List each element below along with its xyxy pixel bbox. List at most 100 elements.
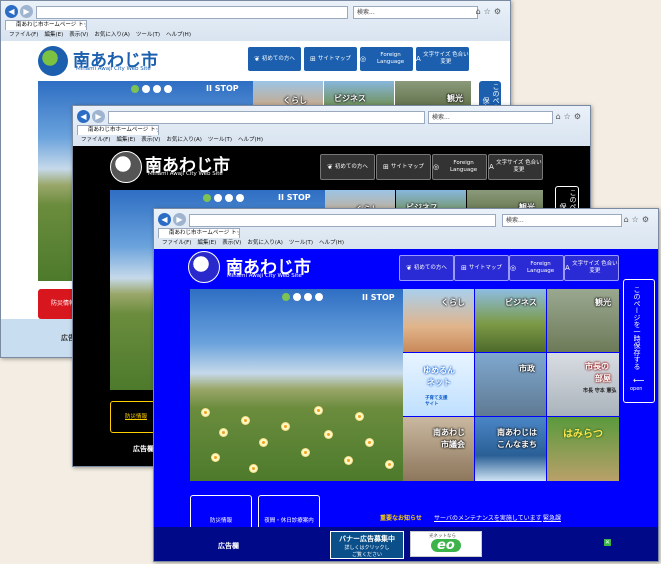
- banner-title: バナー広告募集中: [339, 535, 395, 543]
- home-star-gear-icons[interactable]: ⌂☆⚙: [556, 112, 584, 121]
- nav-first-visit[interactable]: ❦ 初めての方へ: [248, 47, 301, 71]
- menu-help[interactable]: ヘルプ(H): [319, 240, 344, 246]
- nav-foreign-language[interactable]: ◎ Foreign Language: [509, 255, 564, 281]
- menu-bar: ファイル(F) 編集(E) 表示(V) お気に入り(A) ツール(T) ヘルプ(H): [1, 30, 510, 40]
- menu-edit[interactable]: 編集(E): [116, 137, 135, 143]
- page-content: 南あわじ市 Minami Awaji City Web Site ❦ 初めての方へ…: [154, 249, 658, 561]
- daffodil: [302, 449, 309, 456]
- daffodil: [282, 423, 289, 430]
- city-logo-icon: [38, 46, 68, 76]
- slider-dots[interactable]: [203, 194, 244, 202]
- search-box[interactable]: 検索...: [428, 111, 553, 124]
- menu-favorites[interactable]: お気に入り(A): [247, 240, 283, 246]
- forward-button[interactable]: ▶: [20, 5, 33, 18]
- daffodil: [250, 465, 257, 472]
- nav-sitemap[interactable]: ⊞ サイトマップ: [454, 255, 509, 281]
- menu-edit[interactable]: 編集(E): [197, 240, 216, 246]
- kinkyu-link[interactable]: 緊急課: [543, 513, 561, 522]
- tile-konna-machi[interactable]: 南あわじは こんなまち: [475, 417, 546, 481]
- close-icon[interactable]: ✕: [604, 539, 611, 546]
- globe-icon: ◎: [433, 162, 440, 171]
- browser-tab[interactable]: 南あわじ市ホームページ トップ...: [158, 228, 240, 238]
- daffodil: [366, 439, 373, 446]
- slider-dots[interactable]: [131, 85, 172, 93]
- forward-button[interactable]: ▶: [173, 213, 186, 226]
- daffodil: [202, 409, 209, 416]
- menu-file[interactable]: ファイル(F): [81, 137, 110, 143]
- browser-tab[interactable]: 南あわじ市ホームページ トップ...: [5, 20, 87, 30]
- nav-sitemap[interactable]: ⊞ サイトマップ: [376, 154, 431, 180]
- address-bar[interactable]: [189, 214, 496, 227]
- tile-kanko[interactable]: 観光: [547, 289, 619, 352]
- banner-sub1: 詳しくはクリックし: [344, 545, 390, 551]
- nav-text-size[interactable]: A 文字サイズ 色合い変更: [416, 47, 469, 71]
- menu-file[interactable]: ファイル(F): [162, 240, 191, 246]
- nav-first-visit[interactable]: ❦ 初めての方へ: [320, 154, 375, 180]
- menu-help[interactable]: ヘルプ(H): [238, 137, 263, 143]
- menu-view[interactable]: 表示(V): [69, 32, 88, 38]
- hero-slider[interactable]: [190, 289, 403, 481]
- forward-button[interactable]: ▶: [92, 110, 105, 123]
- home-star-gear-icons[interactable]: ⌂☆⚙: [476, 7, 504, 16]
- search-box[interactable]: 検索...: [353, 6, 478, 19]
- tile-mayor-room[interactable]: 市長の 部屋 市長 守本 憲弘: [547, 353, 619, 416]
- globe-icon: ◎: [510, 263, 517, 272]
- important-notice-link[interactable]: サーバのメンテナンスを実施しています: [434, 513, 542, 522]
- browser-tab[interactable]: 南あわじ市ホームページ トップ...: [77, 125, 159, 135]
- home-star-gear-icons[interactable]: ⌂☆⚙: [624, 215, 652, 224]
- slider-stop-button[interactable]: II STOP: [362, 293, 395, 302]
- important-notice-label: 重要なお知らせ: [380, 515, 422, 522]
- leaf-icon: ❦: [327, 162, 333, 171]
- daffodil: [325, 431, 332, 438]
- menu-favorites[interactable]: お気に入り(A): [94, 32, 130, 38]
- menu-tools[interactable]: ツール(T): [136, 32, 160, 38]
- back-button[interactable]: ◀: [5, 5, 18, 18]
- menu-edit[interactable]: 編集(E): [44, 32, 63, 38]
- tile-city-council[interactable]: 南あわじ 市議会: [403, 417, 474, 481]
- daffodil: [242, 417, 249, 424]
- menu-view[interactable]: 表示(V): [222, 240, 241, 246]
- nav-foreign-language[interactable]: ◎ Foreign Language: [432, 154, 487, 180]
- menu-help[interactable]: ヘルプ(H): [166, 32, 191, 38]
- kyujitsu-label: 夜間・休日診療案内: [264, 518, 314, 524]
- text-size-icon: A: [489, 162, 494, 171]
- side-save-tab[interactable]: このページを一時保存する ⟵ open: [623, 279, 655, 403]
- tile-hamisetsu[interactable]: はみらつ: [547, 417, 619, 481]
- banner-recruit-ad[interactable]: バナー広告募集中 詳しくはクリックし ご覧ください: [330, 531, 404, 559]
- daffodil: [315, 407, 322, 414]
- site-subtitle: Minami Awaji City Web Site: [76, 66, 151, 72]
- daffodil: [386, 461, 393, 468]
- tile-yumerun-net[interactable]: ゆめるん ネット 子育て支援サイト: [403, 353, 474, 416]
- nav-sitemap[interactable]: ⊞ サイトマップ: [304, 47, 357, 71]
- menu-tools[interactable]: ツール(T): [208, 137, 232, 143]
- slider-dots[interactable]: [282, 293, 323, 301]
- menu-tools[interactable]: ツール(T): [289, 240, 313, 246]
- daffodil: [345, 457, 352, 464]
- tile-shisei[interactable]: 市政: [475, 353, 546, 416]
- menu-view[interactable]: 表示(V): [141, 137, 160, 143]
- tile-kurashi[interactable]: くらし: [403, 289, 474, 352]
- sitemap-icon: ⊞: [310, 54, 316, 63]
- menu-file[interactable]: ファイル(F): [9, 32, 38, 38]
- text-size-icon: A: [416, 54, 421, 63]
- eo-ad-banner[interactable]: 光ネットなら eo: [410, 531, 482, 557]
- nav-text-size[interactable]: A 文字サイズ 色合い変更: [564, 255, 619, 281]
- tile-business[interactable]: ビジネス: [475, 289, 546, 352]
- ad-label: 広告欄: [218, 542, 239, 550]
- address-bar[interactable]: [108, 111, 425, 124]
- back-button[interactable]: ◀: [158, 213, 171, 226]
- sitemap-icon: ⊞: [383, 162, 389, 171]
- menu-favorites[interactable]: お気に入り(A): [166, 137, 202, 143]
- menu-bar: ファイル(F) 編集(E) 表示(V) お気に入り(A) ツール(T) ヘルプ(H): [73, 135, 590, 145]
- search-box[interactable]: 検索...: [502, 214, 622, 227]
- ad-label: 広告欄: [133, 445, 154, 453]
- back-button[interactable]: ◀: [77, 110, 90, 123]
- slider-stop-button[interactable]: II STOP: [206, 84, 239, 93]
- nav-text-size[interactable]: A 文字サイズ 色合い変更: [488, 154, 543, 180]
- nav-first-visit[interactable]: ❦ 初めての方へ: [399, 255, 454, 281]
- leaf-icon: ❦: [254, 54, 260, 63]
- address-bar[interactable]: [36, 6, 348, 19]
- slider-stop-button[interactable]: II STOP: [278, 193, 311, 202]
- side-tab-open-label: open: [630, 386, 643, 392]
- nav-foreign-language[interactable]: ◎ Foreign Language: [360, 47, 413, 71]
